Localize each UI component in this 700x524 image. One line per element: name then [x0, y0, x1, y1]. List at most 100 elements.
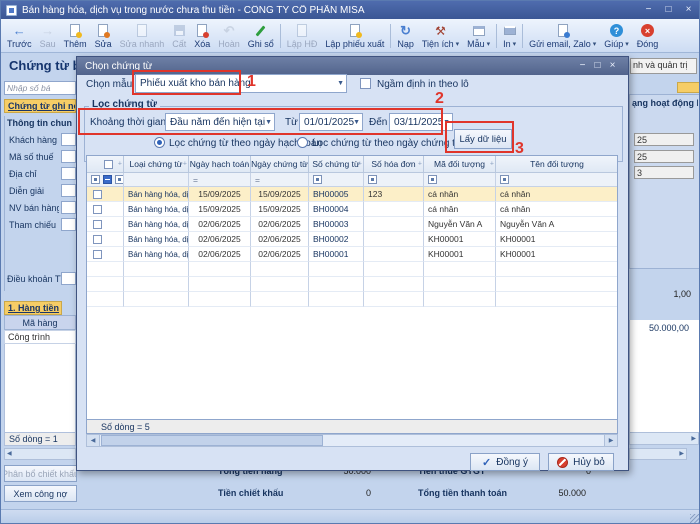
- row-checkbox[interactable]: [93, 205, 102, 214]
- table-row[interactable]: Bán hàng hóa, dịch vụ... 02/06/2025 02/0…: [87, 247, 617, 262]
- cancel-button[interactable]: Hủy bỏ: [548, 453, 614, 471]
- toolbar-item-lap-hd[interactable]: Lập HĐ: [283, 20, 322, 52]
- combo-arrow-icon[interactable]: ▼: [337, 80, 344, 87]
- filter-icon[interactable]: [91, 175, 100, 184]
- ma-so-thue-input[interactable]: [61, 150, 76, 163]
- document-search-input[interactable]: Nhập số bá: [4, 81, 76, 95]
- toolbar-item-in[interactable]: In ▾: [499, 20, 520, 52]
- table-h-scrollbar[interactable]: ◀ ▶: [86, 434, 618, 447]
- dialog-close-button[interactable]: ×: [605, 58, 620, 74]
- filter-icon[interactable]: [428, 175, 437, 184]
- misa-app-window: Bán hàng hóa, dịch vụ trong nước chưa th…: [0, 0, 700, 524]
- table-row[interactable]: Bán hàng hóa, dịch vụ... 15/09/2025 15/0…: [87, 202, 617, 217]
- toolbar-item-ghi-so[interactable]: Ghi sổ: [244, 20, 278, 52]
- dialog-minimize-button[interactable]: −: [575, 58, 590, 74]
- dialog-maximize-button[interactable]: □: [590, 58, 605, 74]
- right-h-scrollbar[interactable]: ▶: [629, 432, 699, 445]
- toolbar-item-truoc[interactable]: ← Trước: [3, 20, 36, 52]
- dropdown-caret-icon: ▾: [487, 40, 491, 48]
- tab-hang-tien[interactable]: 1. Hàng tiền: [4, 301, 62, 315]
- row-checkbox[interactable]: [93, 190, 102, 199]
- toolbar-item-mau[interactable]: Mẫu ▾: [463, 20, 494, 52]
- cancel-icon: [557, 457, 568, 468]
- toolbar-item-cat[interactable]: Cất: [168, 20, 190, 52]
- resize-grip[interactable]: [690, 514, 699, 523]
- tab-chung-tu-ghi-no[interactable]: Chứng từ ghi nợ: [4, 99, 76, 113]
- select-all-checkbox[interactable]: [104, 160, 113, 169]
- toolbar-item-sau[interactable]: → Sau: [36, 20, 60, 52]
- col-header-loai-chung-tu[interactable]: Loại chứng từ+: [124, 156, 189, 173]
- toolbar-item-giup[interactable]: ? Giúp ▾: [600, 20, 633, 52]
- toolbar-item-nap[interactable]: ↻ Nạp: [393, 20, 418, 52]
- dropdown-caret-icon: ▾: [625, 40, 629, 48]
- dia-chi-input[interactable]: [61, 167, 76, 180]
- table-row[interactable]: Bán hàng hóa, dịch vụ... 15/09/2025 15/0…: [87, 187, 617, 202]
- window-maximize-button[interactable]: □: [661, 2, 676, 18]
- filter-icon[interactable]: [500, 175, 509, 184]
- toolbar-item-dong[interactable]: × Đóng: [633, 20, 663, 52]
- table-row[interactable]: Bán hàng hóa, dịch vụ... 02/06/2025 02/0…: [87, 217, 617, 232]
- table-row[interactable]: Bán hàng hóa, dịch vụ... 02/06/2025 02/0…: [87, 232, 617, 247]
- filter-icon[interactable]: [313, 175, 322, 184]
- nv-ban-hang-input[interactable]: [61, 201, 76, 214]
- col-header-so-hoa-don[interactable]: Số hóa đơn+: [364, 156, 424, 173]
- right-number-fragment[interactable]: 3: [634, 166, 694, 179]
- scroll-left-icon[interactable]: ◀: [87, 435, 100, 446]
- header-label: Số hóa đơn: [371, 159, 415, 169]
- filter-cell[interactable]: [424, 173, 496, 187]
- khach-hang-input[interactable]: [61, 133, 76, 146]
- toolbar-item-sua-nhanh[interactable]: Sửa nhanh: [116, 20, 169, 52]
- row-checkbox[interactable]: [93, 235, 102, 244]
- col-header-ten-doi-tuong[interactable]: Tên đối tượng: [496, 156, 618, 173]
- row-checkbox[interactable]: [93, 220, 102, 229]
- radio-ngay-hach-toan[interactable]: [154, 137, 165, 148]
- filter-cell[interactable]: [309, 173, 364, 187]
- toolbar-item-sua[interactable]: Sửa: [91, 20, 116, 52]
- right-h-scrollbar-2[interactable]: ▶: [629, 448, 687, 460]
- status-bar: [1, 509, 700, 524]
- page-title: Chứng từ b: [9, 58, 76, 75]
- radio-ngay-chung-tu[interactable]: [297, 137, 308, 148]
- scroll-right-icon[interactable]: ▶: [691, 434, 696, 444]
- filter-cell[interactable]: =: [251, 173, 309, 187]
- col-header-ngay-hach-toan[interactable]: Ngày hạch toán+: [189, 156, 251, 173]
- filter-minus-icon[interactable]: [103, 175, 112, 184]
- row-checkbox[interactable]: [93, 250, 102, 259]
- filter-icon[interactable]: [115, 175, 124, 184]
- filter-icon[interactable]: [368, 175, 377, 184]
- filter-cell[interactable]: =: [189, 173, 251, 187]
- toolbar-item-hoan[interactable]: ↶ Hoàn: [214, 20, 244, 52]
- right-date-fragment[interactable]: 25: [634, 133, 694, 146]
- left-h-scrollbar[interactable]: ◀: [4, 448, 76, 460]
- view-debt-button[interactable]: Xem công nợ: [4, 485, 77, 502]
- toolbar-item-lap-phieu-xuat[interactable]: Lập phiếu xuất: [321, 20, 388, 52]
- toolbar-item-tien-ich[interactable]: ⚒ Tiện ích ▾: [418, 20, 463, 52]
- dieu-khoan-tt-input[interactable]: [61, 272, 76, 285]
- detail-row-cong-trinh[interactable]: Công trình: [4, 330, 76, 344]
- select-all-header[interactable]: +: [87, 156, 124, 173]
- scroll-right-icon[interactable]: ▶: [604, 435, 617, 446]
- window-titlebar: Bán hàng hóa, dịch vụ trong nước chưa th…: [1, 1, 700, 19]
- column-header-ma-hang[interactable]: Mã hàng: [4, 315, 76, 330]
- scrollbar-thumb[interactable]: [101, 435, 323, 446]
- tham-chieu-input[interactable]: [61, 218, 76, 231]
- filter-cell[interactable]: [124, 173, 189, 187]
- window-minimize-button[interactable]: −: [641, 2, 656, 18]
- ok-button[interactable]: ✓ Đồng ý: [470, 453, 540, 471]
- toolbar-item-them[interactable]: Thêm: [60, 20, 91, 52]
- filter-cell[interactable]: [364, 173, 424, 187]
- dien-giai-input[interactable]: [61, 184, 76, 197]
- filter-cell[interactable]: [496, 173, 618, 187]
- filter-cell[interactable]: [87, 173, 124, 187]
- allocate-discount-button[interactable]: Phân bổ chiết khấu: [4, 465, 77, 482]
- scroll-right-icon[interactable]: ▶: [679, 449, 684, 459]
- default-print-checkbox[interactable]: [360, 78, 371, 89]
- right-date-fragment[interactable]: 25: [634, 150, 694, 163]
- col-header-ma-doi-tuong[interactable]: Mã đối tượng+: [424, 156, 496, 173]
- col-header-so-chung-tu[interactable]: Số chứng từ+: [309, 156, 364, 173]
- scroll-left-icon[interactable]: ◀: [7, 449, 12, 459]
- toolbar-item-gui-email-zalo[interactable]: Gửi email, Zalo ▾: [525, 20, 600, 52]
- toolbar-item-xoa[interactable]: Xóa: [190, 20, 214, 52]
- col-header-ngay-chung-tu[interactable]: Ngày chứng từ+: [251, 156, 309, 173]
- window-close-button[interactable]: ×: [681, 2, 696, 18]
